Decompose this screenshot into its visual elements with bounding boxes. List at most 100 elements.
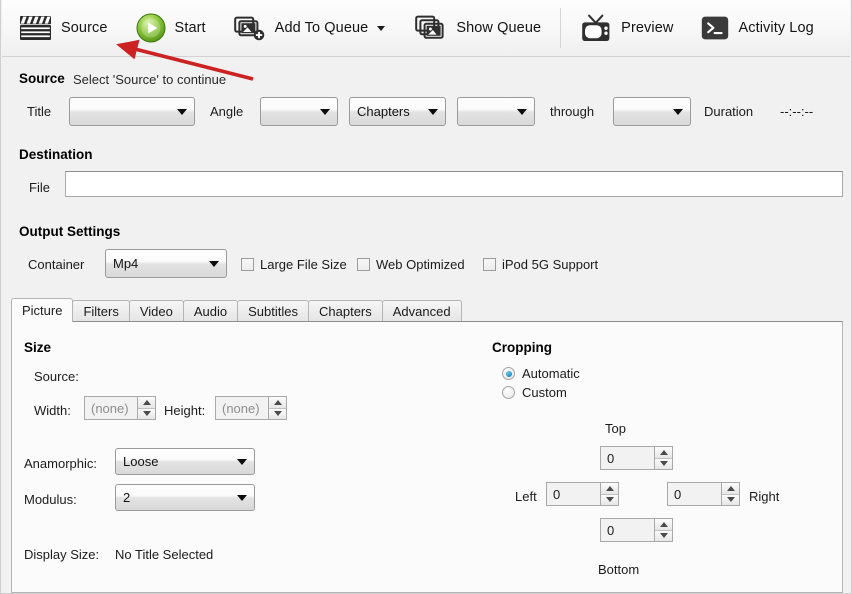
crop-right-spinner[interactable]: 0 [667, 482, 740, 506]
tab-chapters-label: Chapters [319, 304, 372, 319]
ipod-5g-support-checkbox[interactable]: iPod 5G Support [483, 257, 598, 272]
crop-bottom-decrement-button[interactable] [655, 529, 672, 541]
crop-top-spinner-buttons[interactable] [654, 447, 672, 469]
crop-left-spinner-buttons[interactable] [600, 483, 618, 505]
anamorphic-dropdown[interactable]: Loose [115, 448, 255, 475]
container-dropdown-value: Mp4 [113, 256, 139, 271]
queue-stack-icon [415, 15, 444, 39]
container-dropdown[interactable]: Mp4 [105, 249, 227, 278]
clapperboard-icon [20, 16, 51, 40]
checkbox-box [483, 258, 496, 271]
chevron-down-icon [320, 108, 330, 115]
large-file-size-checkbox[interactable]: Large File Size [241, 257, 347, 272]
crop-left-label: Left [515, 489, 537, 504]
crop-right-decrement-button[interactable] [722, 493, 739, 505]
crop-top-increment-button[interactable] [655, 447, 672, 458]
handbrake-window: Source Start Add To Queue Show Queue Pre… [0, 0, 852, 594]
width-spinner-buttons[interactable] [137, 397, 155, 419]
tab-filters-label: Filters [83, 304, 119, 319]
height-increment-button[interactable] [269, 397, 286, 408]
tab-subtitles[interactable]: Subtitles [237, 300, 309, 322]
crop-right-increment-button[interactable] [722, 483, 739, 494]
crop-left-increment-button[interactable] [601, 483, 618, 494]
show-queue-button[interactable]: Show Queue [408, 5, 548, 51]
crop-bottom-spinner[interactable]: 0 [600, 518, 673, 542]
width-spinner[interactable]: (none) [84, 396, 156, 420]
start-button[interactable]: Start [129, 5, 213, 51]
destination-file-input[interactable] [65, 171, 843, 197]
chapter-end-dropdown[interactable] [613, 97, 691, 126]
chevron-down-icon[interactable] [377, 25, 386, 31]
crop-left-value: 0 [547, 483, 600, 505]
tab-audio[interactable]: Audio [182, 300, 239, 322]
chapters-mode-dropdown[interactable]: Chapters [349, 97, 446, 126]
width-label: Width: [34, 403, 71, 418]
tab-subtitles-label: Subtitles [248, 304, 298, 319]
source-status-text: Select 'Source' to continue [73, 72, 227, 87]
chevron-down-icon [237, 494, 247, 501]
crop-right-value: 0 [668, 483, 721, 505]
crop-left-decrement-button[interactable] [601, 493, 618, 505]
chevron-down-icon [209, 260, 219, 267]
settings-tabstrip: Picture Filters Video Audio Subtitles Ch… [11, 298, 462, 322]
caret-up-icon [605, 485, 614, 491]
source-button[interactable]: Source [12, 5, 115, 51]
caret-down-icon [659, 461, 668, 467]
caret-down-icon [605, 497, 614, 503]
add-to-queue-button[interactable]: Add To Queue [227, 5, 393, 51]
main-toolbar: Source Start Add To Queue Show Queue Pre… [2, 0, 850, 57]
width-value: (none) [85, 397, 137, 419]
web-optimized-checkbox[interactable]: Web Optimized [357, 257, 465, 272]
caret-up-icon [273, 399, 282, 405]
crop-top-label: Top [605, 421, 626, 436]
display-size-value: No Title Selected [115, 547, 214, 562]
activity-log-button[interactable]: Activity Log [694, 5, 820, 51]
chapters-mode-value: Chapters [357, 104, 410, 119]
chevron-down-icon [177, 108, 187, 115]
tab-chapters[interactable]: Chapters [308, 300, 383, 322]
container-label: Container [28, 257, 85, 272]
tab-filters[interactable]: Filters [72, 300, 130, 322]
output-settings-heading: Output Settings [19, 224, 121, 239]
tab-advanced[interactable]: Advanced [381, 300, 462, 322]
large-file-size-label: Large File Size [260, 257, 347, 272]
terminal-icon [702, 16, 729, 40]
title-label: Title [27, 104, 52, 119]
cropping-automatic-radio[interactable]: Automatic [502, 366, 580, 381]
source-button-label: Source [61, 20, 108, 36]
width-decrement-button[interactable] [138, 407, 155, 419]
crop-bottom-label: Bottom [598, 562, 640, 577]
caret-down-icon [142, 411, 151, 417]
caret-up-icon [659, 449, 668, 455]
activity-log-label: Activity Log [738, 20, 814, 36]
tab-video[interactable]: Video [128, 300, 184, 322]
angle-dropdown[interactable] [260, 97, 338, 126]
through-label: through [550, 104, 595, 119]
height-spinner[interactable]: (none) [215, 396, 287, 420]
modulus-value: 2 [123, 490, 131, 505]
crop-bottom-increment-button[interactable] [655, 519, 672, 530]
caret-down-icon [659, 533, 668, 539]
anamorphic-value: Loose [123, 454, 159, 469]
crop-left-spinner[interactable]: 0 [546, 482, 619, 506]
tv-icon [582, 14, 610, 41]
modulus-dropdown[interactable]: 2 [115, 484, 255, 511]
caret-up-icon [142, 399, 151, 405]
modulus-label: Modulus: [24, 492, 77, 507]
crop-right-spinner-buttons[interactable] [721, 483, 739, 505]
title-dropdown[interactable] [69, 97, 195, 126]
toolbar-divider [560, 8, 562, 48]
crop-bottom-value: 0 [601, 519, 654, 541]
tab-audio-label: Audio [193, 304, 228, 319]
crop-top-spinner[interactable]: 0 [600, 446, 673, 470]
width-increment-button[interactable] [138, 397, 155, 408]
tab-picture[interactable]: Picture [11, 298, 74, 322]
caret-up-icon [659, 521, 668, 527]
crop-bottom-spinner-buttons[interactable] [654, 519, 672, 541]
preview-button[interactable]: Preview [573, 5, 680, 51]
height-decrement-button[interactable] [269, 407, 286, 419]
cropping-custom-radio[interactable]: Custom [502, 385, 567, 400]
chapter-start-dropdown[interactable] [457, 97, 535, 126]
height-spinner-buttons[interactable] [268, 397, 286, 419]
crop-top-decrement-button[interactable] [655, 457, 672, 469]
